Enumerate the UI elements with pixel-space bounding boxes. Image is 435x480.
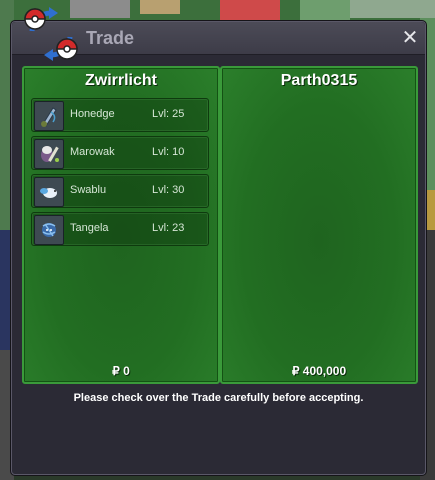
swablu-sprite-icon <box>34 177 64 207</box>
left-trade-panel: Zwirrlicht Honedge Lvl: 25 Marowak Lvl: … <box>22 66 220 384</box>
pokemon-slot[interactable]: Marowak Lvl: 10 <box>31 136 209 170</box>
pokemon-name: Swablu <box>70 184 107 196</box>
marowak-sprite-icon <box>34 139 64 169</box>
pokemon-level: Lvl: 10 <box>152 146 185 158</box>
bg-path <box>350 0 435 18</box>
pokemon-level: Lvl: 23 <box>152 222 185 234</box>
right-money-offer: ₽ 400,000 <box>291 364 347 378</box>
right-player-name: Parth0315 <box>280 72 358 89</box>
right-trade-panel: Parth0315 ₽ 400,000 <box>220 66 418 384</box>
bg-roof <box>220 0 280 22</box>
pokemon-level: Lvl: 30 <box>152 184 185 196</box>
honedge-sprite-icon <box>34 101 64 131</box>
pokemon-slot[interactable]: Tangela Lvl: 23 <box>31 212 209 246</box>
left-money-offer: ₽ 0 <box>112 364 130 378</box>
trade-notice: Please check over the Trade carefully be… <box>73 392 364 404</box>
pokemon-name: Tangela <box>70 222 109 234</box>
pokemon-name: Marowak <box>70 146 115 158</box>
close-icon[interactable]: ✕ <box>400 27 420 47</box>
trade-window: Trade ✕ Zwirrlicht Honedge Lvl: 25 Marow… <box>11 7 426 475</box>
tangela-sprite-icon <box>34 215 64 245</box>
pokemon-name: Honedge <box>70 108 115 120</box>
left-player-name: Zwirrlicht <box>84 72 157 89</box>
pokemon-level: Lvl: 25 <box>152 108 185 120</box>
pokemon-slot[interactable]: Swablu Lvl: 30 <box>31 174 209 208</box>
bg-tree <box>300 0 350 20</box>
pokeball-swap-icon <box>24 7 78 61</box>
bg-sand <box>140 0 180 14</box>
pokemon-slot[interactable]: Honedge Lvl: 25 <box>31 98 209 132</box>
window-title: Trade <box>86 28 135 48</box>
